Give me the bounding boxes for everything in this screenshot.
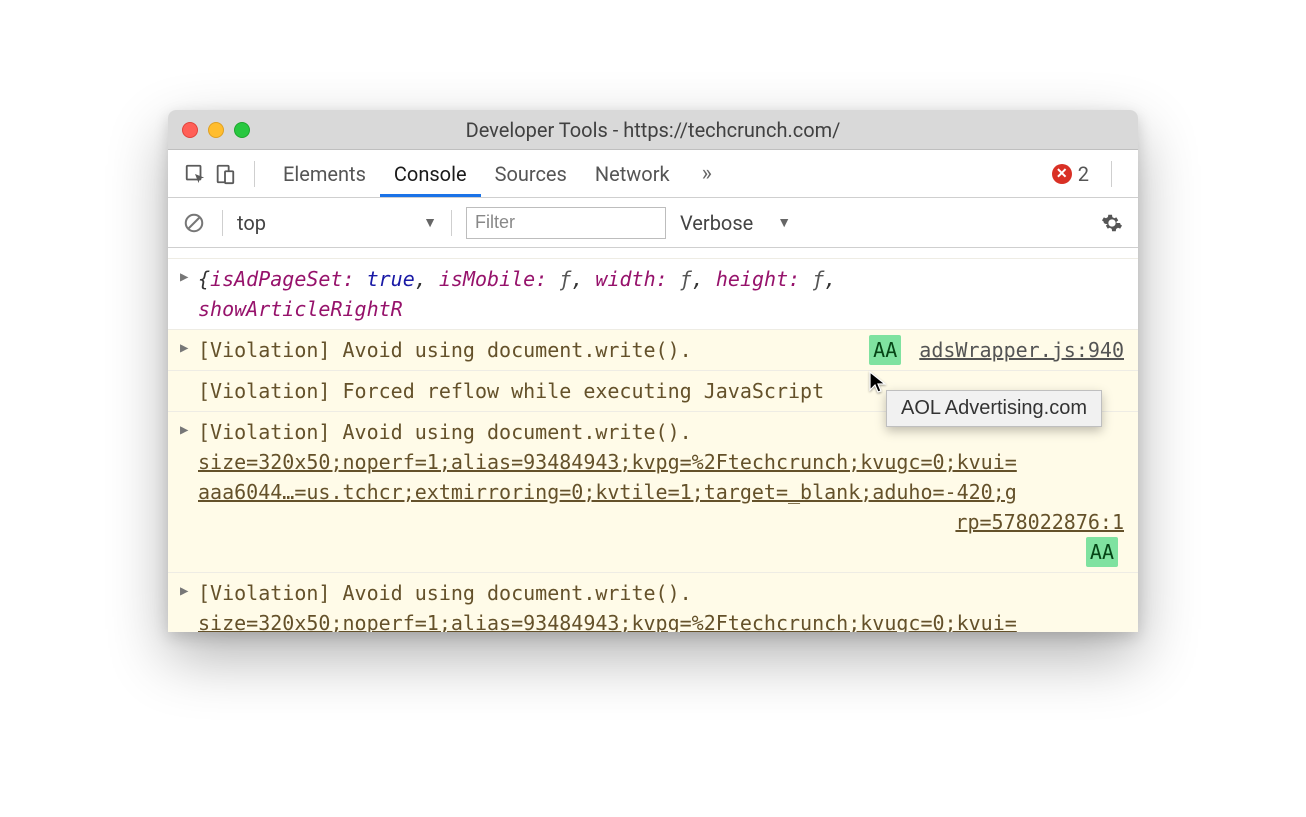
dropdown-icon: ▼ xyxy=(423,214,437,231)
maximize-window-button[interactable] xyxy=(234,122,250,138)
panel-tabs: Elements Console Sources Network » ✕ 2 xyxy=(168,150,1138,198)
context-select[interactable]: top ▼ xyxy=(237,211,437,235)
error-icon: ✕ xyxy=(1052,164,1072,184)
inspect-element-icon[interactable] xyxy=(180,159,210,189)
violation-text: [Violation] Avoid using document.write()… xyxy=(198,420,692,444)
titlebar: Developer Tools - https://techcrunch.com… xyxy=(168,110,1138,150)
thirdparty-badge[interactable]: AA xyxy=(869,335,901,365)
console-row-violation: ▶ [Violation] Avoid using document.write… xyxy=(168,412,1138,573)
stack-link[interactable]: size=320x50;noperf=1;alias=93484943;kvpg… xyxy=(198,450,1017,474)
expand-icon[interactable]: ▶ xyxy=(180,267,188,288)
separator xyxy=(1111,161,1112,187)
error-count: 2 xyxy=(1078,162,1089,186)
stack-link[interactable]: size=320x50;noperf=1;alias=93484943;kvpg… xyxy=(198,611,1017,632)
console-row-violation: ▶ [Violation] Avoid using document.write… xyxy=(168,330,1138,371)
tab-console[interactable]: Console xyxy=(380,150,481,197)
more-tabs-button[interactable]: » xyxy=(694,161,720,186)
expand-icon[interactable]: ▶ xyxy=(180,420,188,441)
source-link[interactable]: adsWrapper.js:940 xyxy=(919,338,1124,362)
violation-text: [Violation] Forced reflow while executin… xyxy=(198,379,824,403)
separator xyxy=(451,210,452,236)
violation-text: [Violation] Avoid using document.write()… xyxy=(198,581,692,605)
device-toolbar-icon[interactable] xyxy=(210,159,240,189)
close-window-button[interactable] xyxy=(182,122,198,138)
console-toolbar: top ▼ Verbose ▼ xyxy=(168,198,1138,248)
console-output: (index):443 ▶ {isAdPageSet: true, isMobi… xyxy=(168,248,1138,632)
dropdown-icon: ▼ xyxy=(777,214,791,231)
stack-link[interactable]: aaa6044…=us.tchcr;extmirroring=0;kvtile=… xyxy=(198,480,1017,504)
devtools-window: Developer Tools - https://techcrunch.com… xyxy=(168,110,1138,632)
expand-icon[interactable]: ▶ xyxy=(180,338,188,359)
separator xyxy=(222,210,223,236)
tab-network[interactable]: Network xyxy=(581,150,684,197)
log-level-label: Verbose xyxy=(680,211,753,235)
minimize-window-button[interactable] xyxy=(208,122,224,138)
console-row: (index):443 xyxy=(168,248,1138,259)
filter-input[interactable] xyxy=(466,207,666,239)
violation-text: [Violation] Avoid using document.write()… xyxy=(198,338,692,362)
stack-link[interactable]: rp=578022876:1 xyxy=(955,510,1124,534)
tab-sources[interactable]: Sources xyxy=(481,150,581,197)
badge-tooltip: AOL Advertising.com xyxy=(886,390,1102,427)
expand-icon[interactable]: ▶ xyxy=(180,581,188,602)
console-row: ▶ {isAdPageSet: true, isMobile: ƒ, width… xyxy=(168,259,1138,330)
separator xyxy=(254,161,255,187)
tab-elements[interactable]: Elements xyxy=(269,150,380,197)
context-label: top xyxy=(237,211,266,235)
log-level-select[interactable]: Verbose ▼ xyxy=(680,211,791,235)
thirdparty-badge[interactable]: AA xyxy=(1086,537,1118,567)
error-count-badge[interactable]: ✕ 2 xyxy=(1052,162,1089,186)
console-row-violation: ▶ [Violation] Avoid using document.write… xyxy=(168,573,1138,632)
settings-icon[interactable] xyxy=(1098,209,1126,237)
window-title: Developer Tools - https://techcrunch.com… xyxy=(168,118,1138,142)
traffic-lights xyxy=(182,122,250,138)
clear-console-icon[interactable] xyxy=(180,209,208,237)
